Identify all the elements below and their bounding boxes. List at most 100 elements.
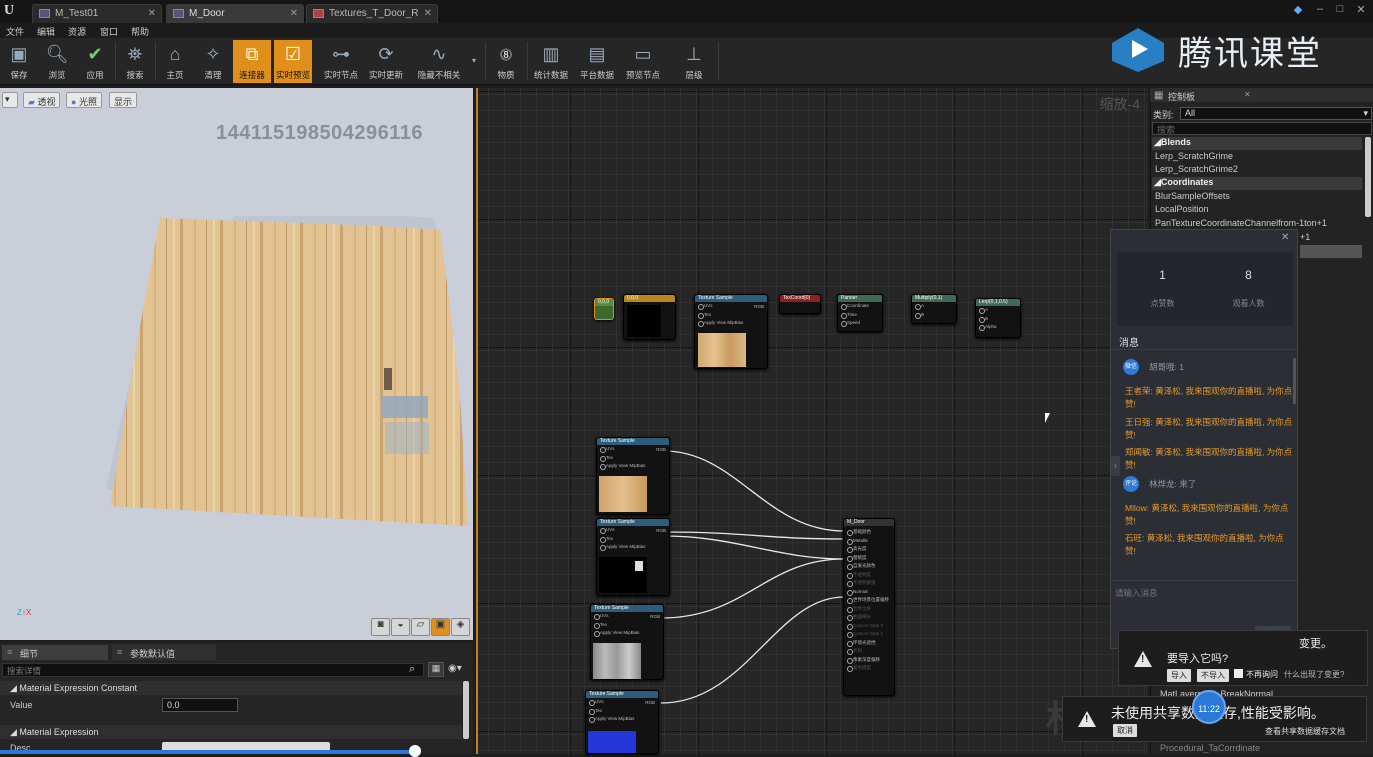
- minimize-button[interactable]: –: [1312, 3, 1328, 17]
- node-texture-sample-top[interactable]: Texture Sample UVs Tex Apply View MipBia…: [694, 294, 768, 369]
- home-button[interactable]: ⌂ 主页: [156, 40, 194, 83]
- viewport-options-button[interactable]: ▾: [2, 92, 18, 108]
- hide-unrelated-button[interactable]: ∿ 隐藏不相关: [414, 40, 464, 83]
- node-texture-sample-2[interactable]: Texture Sample UVs Tex Apply View MipBia…: [596, 518, 670, 596]
- tab-texture[interactable]: Textures_T_Door_R ✕: [306, 4, 438, 23]
- close-icon[interactable]: ✕: [148, 8, 156, 19]
- teapot-preview-button[interactable]: ◈: [451, 618, 470, 636]
- node-constant3[interactable]: 0,0,0: [623, 294, 676, 340]
- palette-search-input[interactable]: 搜索: [1152, 122, 1372, 135]
- node-texture-sample-4[interactable]: Texture Sample UVs Tex Apply View MipBia…: [585, 690, 659, 754]
- likes-count: 1: [1159, 268, 1166, 282]
- refresh-icon: ⟳: [378, 43, 394, 64]
- palette-item[interactable]: LocalPosition: [1155, 204, 1209, 217]
- never-ask-checkbox[interactable]: [1234, 669, 1243, 678]
- plane-preview-button[interactable]: ▱: [411, 618, 430, 636]
- palette-item[interactable]: Procedural_TaCorrdinate: [1160, 743, 1260, 756]
- palette-category-blends[interactable]: ◢Blends: [1152, 137, 1362, 150]
- tab-m-test01[interactable]: M_Test01 ✕: [32, 4, 162, 23]
- apply-button[interactable]: ✔ 应用: [76, 40, 114, 83]
- node-lerp[interactable]: Lerp(0,1,0.5) A B Alpha: [975, 298, 1021, 338]
- live-preview-button[interactable]: ☑ 实时预览: [274, 40, 312, 83]
- live-update-button[interactable]: ⟳ 实时更新: [367, 40, 405, 83]
- menu-help[interactable]: 帮助: [131, 25, 149, 38]
- browse-button[interactable]: 🔍︎ 浏览: [38, 40, 76, 83]
- close-window-button[interactable]: ✕: [1353, 3, 1369, 17]
- palette-category-coordinates[interactable]: ◢Coordinates: [1152, 177, 1362, 190]
- chat-scrollbar[interactable]: [1293, 358, 1296, 404]
- binoculars-icon: ⛯: [127, 43, 143, 64]
- lit-button[interactable]: ● 光照: [66, 92, 102, 108]
- preview-node-button[interactable]: ▭ 预览节点: [624, 40, 662, 83]
- hide-icon: ∿: [431, 43, 447, 64]
- platform-icon: ▤: [588, 43, 606, 64]
- sphere-preview-button[interactable]: ◒: [391, 618, 410, 636]
- chat-input[interactable]: 请输入消息: [1115, 587, 1158, 599]
- ddc-docs-link[interactable]: 查看共享数据缓存文档: [1265, 726, 1345, 737]
- node-panner[interactable]: Panner Coordinate Time Speed: [837, 294, 883, 332]
- show-button[interactable]: 显示: [109, 92, 138, 108]
- node-material-result[interactable]: M_Door 基础颜色 Metallic 高光度 粗糙度 自发光颜色 不透明度 …: [843, 518, 895, 696]
- menu-window[interactable]: 窗口: [100, 25, 118, 38]
- tab-details[interactable]: ≡ 细节: [2, 645, 108, 660]
- node-texture-sample-3[interactable]: Texture Sample UVs Tex Apply View MipBia…: [590, 604, 664, 680]
- bar-chart-icon: ▥: [542, 43, 560, 64]
- cancel-button[interactable]: 取消: [1113, 724, 1137, 737]
- menu-assets[interactable]: 资源: [68, 25, 86, 38]
- category-dropdown[interactable]: All ▾: [1180, 107, 1372, 120]
- save-button[interactable]: ▣ 保存: [0, 40, 38, 83]
- live-timer-badge[interactable]: 11:22: [1192, 690, 1226, 724]
- category-constant[interactable]: ◢ Material Expression Constant: [0, 681, 462, 695]
- no-import-button[interactable]: 不导入: [1197, 669, 1229, 682]
- category-expression[interactable]: ◢ Material Expression: [0, 725, 462, 739]
- video-progress-bar[interactable]: [0, 750, 420, 754]
- cube-preview-button[interactable]: ▣: [431, 618, 450, 636]
- perspective-icon: ▰: [28, 97, 35, 107]
- palette-item[interactable]: Lerp_ScratchGrime: [1155, 151, 1233, 164]
- node-constant[interactable]: 0,0,0: [594, 298, 614, 320]
- preview-viewport[interactable]: ▾ ▰ 透视 ● 光照 显示 144115198504296116 Z↑X ◙ …: [0, 88, 473, 640]
- perspective-button[interactable]: ▰ 透视: [23, 92, 61, 108]
- close-icon[interactable]: ✕: [1281, 232, 1289, 243]
- eye-icon[interactable]: ◉▾: [448, 663, 462, 674]
- help-icon[interactable]: ◆: [1290, 3, 1306, 17]
- live-nodes-button[interactable]: ⊶ 实时节点: [322, 40, 360, 83]
- cylinder-preview-button[interactable]: ◙: [371, 618, 390, 636]
- close-icon[interactable]: ✕: [424, 8, 432, 19]
- clean-button[interactable]: ✧ 清理: [194, 40, 232, 83]
- menu-file[interactable]: 文件: [6, 25, 24, 38]
- maximize-button[interactable]: □: [1332, 3, 1348, 17]
- chat-collapse-button[interactable]: ‹: [1111, 456, 1120, 476]
- details-search-input[interactable]: 搜索详情: [2, 663, 424, 677]
- close-icon[interactable]: ✕: [1244, 90, 1251, 99]
- viewers-count: 8: [1245, 268, 1252, 282]
- chevron-down-icon[interactable]: ▾: [472, 56, 476, 65]
- video-progress-handle[interactable]: [409, 745, 421, 757]
- stats-button[interactable]: ▥ 统计数据: [532, 40, 570, 83]
- palette-tab[interactable]: ▦ 控制板 ✕: [1150, 88, 1373, 102]
- hierarchy-button[interactable]: ⊥ 层级: [675, 40, 713, 83]
- value-field[interactable]: 0.0: [162, 698, 238, 712]
- details-scrollbar[interactable]: [463, 681, 469, 739]
- chat-message: 林烨龙: 来了: [1149, 479, 1197, 489]
- menu-edit[interactable]: 编辑: [37, 25, 55, 38]
- connectors-button[interactable]: ⧉ 连接器: [233, 40, 271, 83]
- what-changed-link[interactable]: 什么出现了变更?: [1284, 669, 1344, 680]
- watermark-text: 腾讯课堂: [1178, 35, 1322, 73]
- palette-item-selected[interactable]: [1300, 245, 1362, 258]
- palette-item[interactable]: BlurSampleOffsets: [1155, 191, 1230, 204]
- node-texture-sample-1[interactable]: Texture Sample UVs Tex Apply View MipBia…: [596, 437, 670, 515]
- palette-scrollbar[interactable]: [1365, 137, 1371, 217]
- material-button[interactable]: ⓼ 物质: [487, 40, 525, 83]
- node-texcoord[interactable]: TexCoord[0]: [779, 294, 821, 314]
- import-button[interactable]: 导入: [1167, 669, 1191, 682]
- palette-item[interactable]: Lerp_ScratchGrime2: [1155, 164, 1238, 177]
- platform-stats-button[interactable]: ▤ 平台数据: [578, 40, 616, 83]
- palette-item[interactable]: +1: [1300, 232, 1310, 245]
- tab-m-door[interactable]: M_Door ✕: [166, 4, 304, 23]
- grid-view-icon[interactable]: ▦: [428, 662, 444, 677]
- node-multiply[interactable]: Multiply(0,1) A B: [911, 294, 957, 324]
- search-button[interactable]: ⛯ 搜索: [116, 40, 154, 83]
- tab-param-defaults[interactable]: ≡ 参数默认值: [112, 645, 216, 660]
- close-icon[interactable]: ✕: [290, 8, 298, 19]
